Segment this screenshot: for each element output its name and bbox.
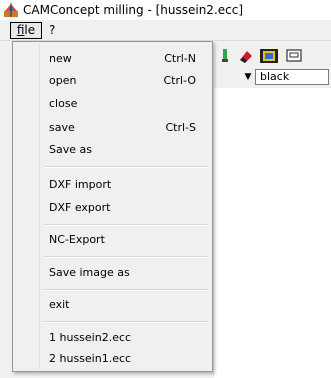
file-menu: new Ctrl-N open Ctrl-O close save Ctrl-S… (12, 41, 213, 372)
menu-item-open[interactable]: open Ctrl-O (15, 70, 210, 92)
menu-item-save-as[interactable]: Save as (15, 139, 210, 161)
drawing-canvas[interactable] (214, 88, 331, 378)
menu-item-shortcut: Ctrl-S (165, 121, 196, 134)
menu-item-label: open (49, 74, 77, 87)
menu-item-save-image-as[interactable]: Save image as (15, 262, 210, 284)
menu-file[interactable]: file (10, 22, 42, 39)
menu-item-shortcut: Ctrl-O (163, 74, 196, 87)
menu-item-nc-export[interactable]: NC-Export (15, 229, 210, 251)
menu-item-dxf-import[interactable]: DXF import (15, 174, 210, 196)
menu-item-label: 1 hussein2.ecc (49, 331, 132, 344)
window-title: CAMConcept milling - [hussein2.ecc] (23, 3, 244, 17)
menu-separator (43, 224, 209, 226)
menu-separator (43, 256, 209, 258)
menu-item-label: DXF export (49, 201, 111, 214)
film-icon[interactable] (260, 48, 278, 64)
menu-item-exit[interactable]: exit (15, 294, 210, 316)
menu-item-label: Save as (49, 143, 92, 156)
eraser-icon[interactable] (238, 48, 254, 64)
menu-item-dxf-export[interactable]: DXF export (15, 197, 210, 219)
menu-separator (43, 166, 209, 168)
app-icon (4, 3, 18, 17)
menu-item-shortcut: Ctrl-N (164, 52, 196, 65)
dropdown-arrow-icon[interactable]: ▼ (242, 70, 254, 84)
toolbar (214, 41, 331, 67)
menu-item-label: NC-Export (49, 233, 105, 246)
menu-help[interactable]: ? (49, 23, 55, 37)
menu-item-save[interactable]: save Ctrl-S (15, 117, 210, 139)
menu-item-close[interactable]: close (15, 93, 210, 115)
menu-item-recent-2[interactable]: 2 hussein1.ecc (15, 348, 210, 370)
menu-file-rest: ile (24, 23, 36, 37)
menu-bar: file ? (0, 20, 331, 41)
menu-item-label: exit (49, 298, 70, 311)
menu-separator (43, 289, 209, 291)
title-bar: CAMConcept milling - [hussein2.ecc] (0, 0, 331, 20)
menu-item-label: 2 hussein1.ecc (49, 352, 132, 365)
display-icon[interactable] (286, 48, 302, 64)
left-strip (0, 41, 12, 378)
menu-item-recent-1[interactable]: 1 hussein2.ecc (15, 327, 210, 349)
tool-icon[interactable] (217, 48, 233, 64)
menu-item-label: Save image as (49, 266, 130, 279)
menu-item-label: DXF import (49, 178, 112, 191)
menu-item-new[interactable]: new Ctrl-N (15, 48, 210, 70)
menu-item-label: close (49, 97, 78, 110)
menu-item-label: save (49, 121, 75, 134)
menu-separator (43, 321, 209, 323)
color-select[interactable]: black (255, 69, 329, 85)
menu-item-label: new (49, 52, 72, 65)
